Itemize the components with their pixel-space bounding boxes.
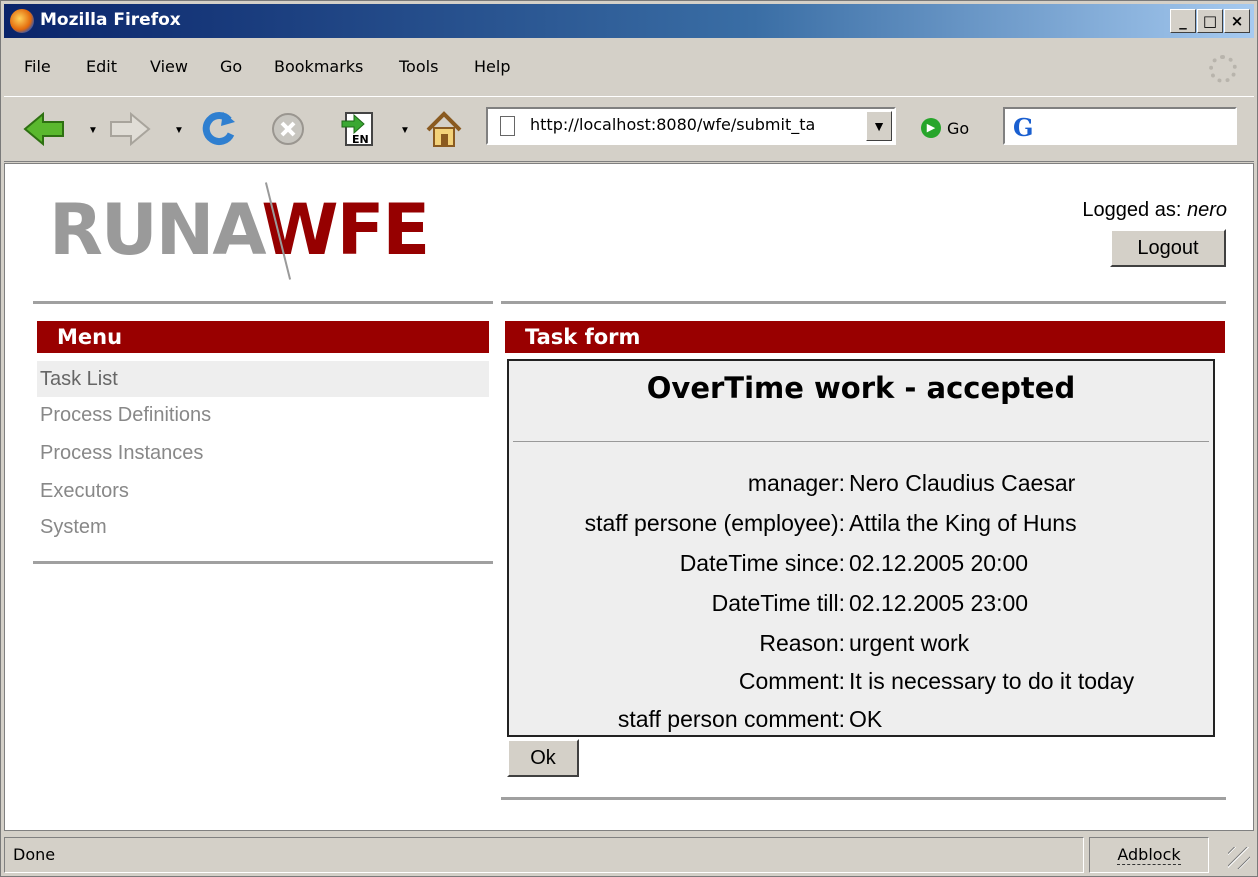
menu-go[interactable]: Go (220, 57, 242, 76)
field-row: manager: Nero Claudius Caesar (509, 463, 1217, 503)
throbber-icon (1209, 55, 1237, 83)
task-form: OverTime work - accepted manager: Nero C… (507, 359, 1215, 737)
window-title: Mozilla Firefox (40, 10, 181, 30)
runawfe-logo: RUNAWFE (49, 189, 430, 271)
menu-item-system[interactable]: System (37, 509, 489, 545)
field-label: Comment: (738, 668, 845, 694)
field-value: OK (849, 706, 883, 732)
menu-header: Menu (37, 321, 489, 353)
language-icon[interactable]: EN (336, 107, 380, 151)
task-form-header: Task form (505, 321, 1225, 353)
address-bar[interactable]: http://localhost:8080/wfe/submit_ta ▼ (486, 107, 896, 145)
menu-edit[interactable]: Edit (86, 57, 117, 76)
field-row: staff persone (employee): Attila the Kin… (509, 503, 1217, 543)
status-bar: Done Adblock (4, 837, 1254, 873)
minimize-button[interactable]: _ (1170, 9, 1196, 33)
field-row: DateTime till: 02.12.2005 23:00 (509, 583, 1217, 623)
menu-help[interactable]: Help (474, 57, 510, 76)
menu-file[interactable]: File (24, 57, 51, 76)
task-title: OverTime work - accepted (646, 371, 1076, 405)
field-row: Comment: It is necessary to do it today (509, 661, 1217, 701)
task-divider (513, 441, 1209, 442)
back-arrow-icon[interactable] (22, 107, 66, 151)
search-bar[interactable]: G (1003, 107, 1237, 145)
google-search-icon[interactable]: G (1013, 113, 1034, 142)
menu-bookmarks[interactable]: Bookmarks (274, 57, 363, 76)
field-label: manager: (747, 470, 845, 496)
field-value: Nero Claudius Caesar (849, 470, 1076, 496)
back-dropdown-icon[interactable]: ▼ (88, 125, 98, 136)
url-input[interactable]: http://localhost:8080/wfe/submit_ta (530, 115, 855, 134)
field-label: Reason: (759, 630, 845, 656)
field-label: staff persone (employee): (584, 510, 845, 536)
url-dropdown-icon[interactable]: ▼ (866, 111, 892, 141)
field-label: staff person comment: (617, 706, 845, 732)
ok-button[interactable]: Ok (507, 739, 579, 777)
go-label: Go (947, 118, 970, 138)
maximize-button[interactable]: □ (1197, 9, 1223, 33)
home-icon[interactable] (422, 107, 466, 151)
field-label: DateTime till: (711, 590, 845, 616)
field-value: urgent work (849, 630, 970, 656)
divider (33, 301, 493, 304)
language-badge: EN (352, 133, 369, 146)
adblock-button[interactable]: Adblock (1089, 837, 1209, 873)
resize-grip-icon[interactable] (1228, 847, 1250, 869)
stop-icon[interactable] (266, 107, 310, 151)
forward-dropdown-icon[interactable]: ▼ (174, 125, 184, 136)
menu-view[interactable]: View (150, 57, 188, 76)
go-arrow-icon: ▶ (921, 118, 941, 138)
menu-item-task-list[interactable]: Task List (37, 361, 489, 397)
page-icon (500, 116, 515, 136)
browser-window: Mozilla Firefox _ □ × File Edit View Go … (0, 0, 1258, 877)
field-value: 02.12.2005 20:00 (849, 550, 1029, 576)
status-text: Done (4, 837, 1084, 873)
menu-item-process-instances[interactable]: Process Instances (37, 435, 489, 471)
close-button[interactable]: × (1224, 9, 1250, 33)
field-value: It is necessary to do it today (849, 668, 1135, 694)
field-label: DateTime since: (679, 550, 845, 576)
forward-arrow-icon[interactable] (108, 107, 152, 151)
title-bar: Mozilla Firefox _ □ × (4, 4, 1254, 38)
menu-item-process-definitions[interactable]: Process Definitions (37, 397, 489, 433)
menu-tools[interactable]: Tools (399, 57, 438, 76)
menu-item-executors[interactable]: Executors (37, 473, 489, 509)
logged-as: Logged as: nero (1082, 199, 1227, 221)
field-value: 02.12.2005 23:00 (849, 590, 1029, 616)
logged-user: nero (1186, 199, 1227, 221)
divider (501, 797, 1226, 800)
go-button[interactable]: ▶ Go (921, 113, 969, 143)
field-row: DateTime since: 02.12.2005 20:00 (509, 543, 1217, 583)
firefox-icon (10, 9, 34, 33)
divider (501, 301, 1226, 304)
field-value: Attila the King of Huns (849, 510, 1077, 536)
language-dropdown-icon[interactable]: ▼ (400, 125, 410, 136)
logout-button[interactable]: Logout (1110, 229, 1226, 267)
field-row: staff person comment: OK (509, 699, 1217, 739)
reload-icon[interactable] (196, 107, 240, 151)
divider (33, 561, 493, 564)
field-row: Reason: urgent work (509, 623, 1217, 663)
